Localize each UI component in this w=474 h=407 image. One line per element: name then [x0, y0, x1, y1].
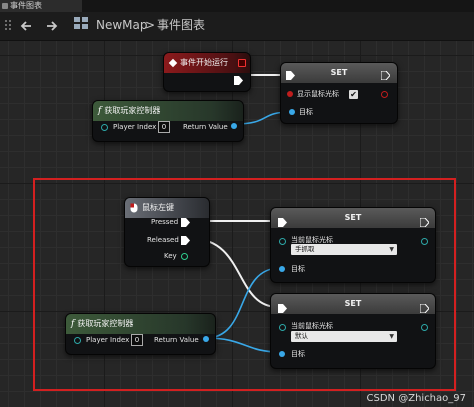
node-title: 事件开始运行: [180, 58, 228, 67]
player-index-label: Player Index: [113, 123, 157, 131]
show-cursor-checkbox[interactable]: ✔: [349, 90, 358, 99]
return-value-label: Return Value: [183, 123, 228, 131]
node-event-begin-play[interactable]: 事件开始运行: [163, 52, 251, 92]
function-icon: f: [98, 106, 102, 116]
node-header: f 获取玩家控制器: [93, 101, 243, 121]
grid-handle-icon: [5, 20, 11, 30]
player-index-input[interactable]: 0: [158, 121, 170, 133]
return-value-pin-icon[interactable]: [231, 123, 237, 129]
event-diamond-icon: [168, 58, 178, 68]
breadcrumb-separator: >: [145, 18, 156, 32]
exec-out-pin-icon[interactable]: [381, 71, 390, 80]
target-label: 目标: [299, 108, 313, 116]
tab-event-graph[interactable]: 事件图表: [0, 0, 82, 12]
breadcrumb-current: 事件图表: [157, 18, 206, 32]
delegate-pin-icon[interactable]: [238, 59, 246, 67]
watermark: CSDN @Zhichao_97: [366, 393, 466, 404]
node-set-show-cursor[interactable]: SET 显示鼠标光标 ✔ 目标: [280, 62, 398, 124]
target-pin-icon[interactable]: [289, 109, 295, 115]
node-title: 获取玩家控制器: [104, 106, 161, 115]
show-cursor-label: 显示鼠标光标: [297, 90, 339, 98]
toolbar: NewMap > 事件图表: [0, 12, 474, 41]
exec-out-pin-icon[interactable]: [234, 76, 243, 85]
player-index-pin-icon[interactable]: [101, 124, 108, 131]
show-cursor-out-pin-icon[interactable]: [381, 91, 388, 98]
tab-label: 事件图表: [10, 1, 42, 10]
selection-highlight-box: [33, 178, 456, 391]
node-title: SET: [281, 63, 397, 83]
node-get-player-controller-1[interactable]: f 获取玩家控制器 Player Index 0 Return Value: [92, 100, 244, 142]
show-cursor-pin-icon[interactable]: [287, 91, 293, 97]
back-arrow-icon[interactable]: [20, 20, 32, 32]
node-header: 事件开始运行: [164, 53, 250, 73]
tab-bar: 事件图表: [0, 0, 474, 12]
breadcrumb-root[interactable]: NewMap: [96, 16, 148, 34]
exec-in-pin-icon[interactable]: [286, 71, 295, 80]
graph-tab-icon: [2, 3, 8, 9]
forward-arrow-icon[interactable]: [46, 20, 58, 32]
graph-icon: [74, 17, 88, 29]
